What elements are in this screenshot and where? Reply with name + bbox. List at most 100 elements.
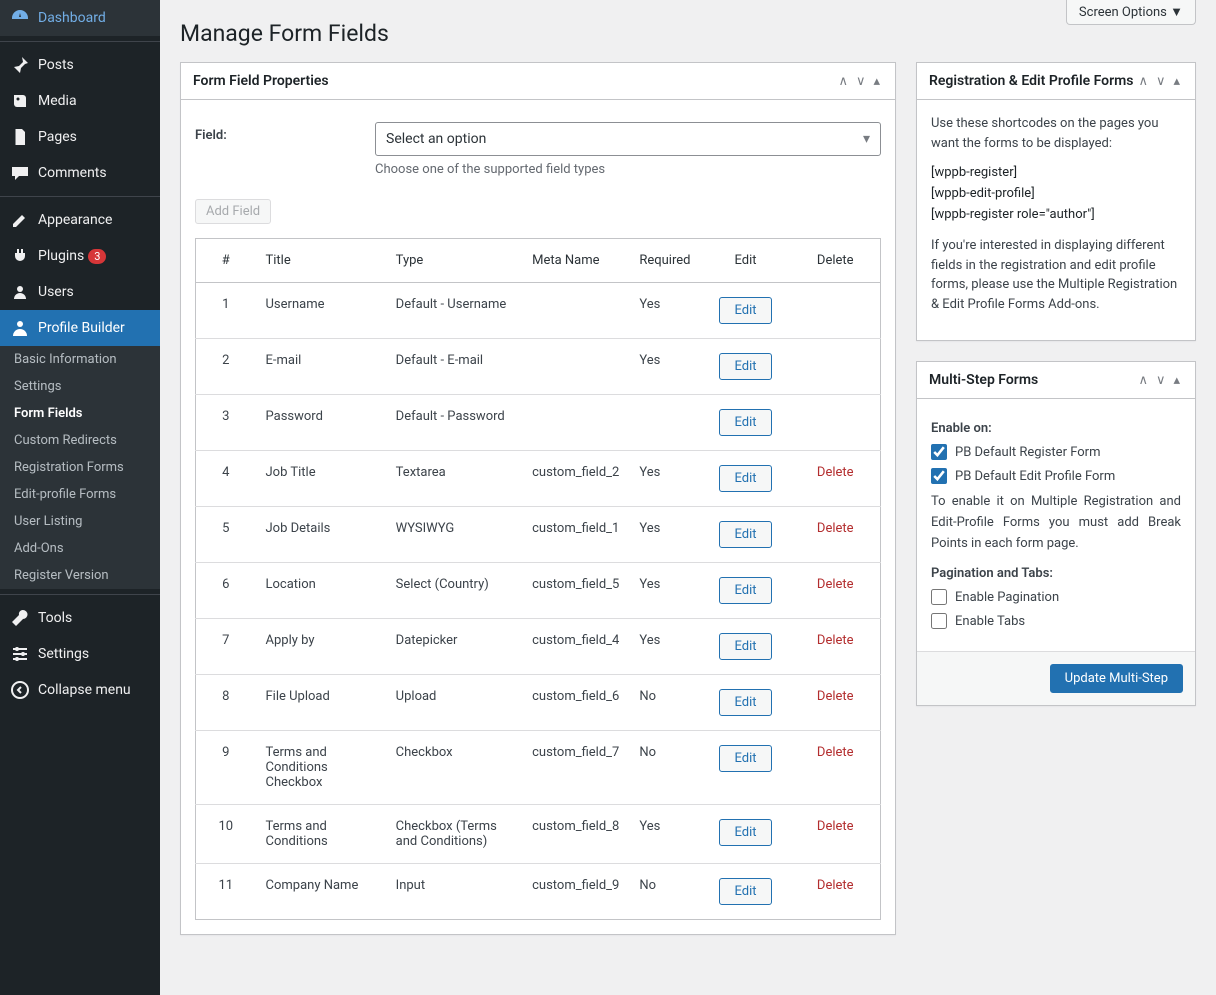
- delete-link[interactable]: Delete: [817, 521, 854, 536]
- row-required: Yes: [629, 451, 700, 507]
- cb-default-register[interactable]: [931, 444, 947, 460]
- delete-link[interactable]: Delete: [817, 465, 854, 480]
- sidebar-item-profile-builder[interactable]: Profile Builder: [0, 310, 160, 346]
- submenu-item-custom-redirects[interactable]: Custom Redirects: [0, 427, 160, 454]
- submenu-item-basic-information[interactable]: Basic Information: [0, 346, 160, 373]
- add-field-button[interactable]: Add Field: [195, 199, 271, 224]
- row-title: Username: [256, 283, 386, 339]
- row-required: [629, 395, 700, 451]
- table-row: 3PasswordDefault - PasswordEdit: [196, 395, 881, 451]
- toggle-panel-icon[interactable]: ▴: [1170, 373, 1183, 388]
- delete-link[interactable]: Delete: [817, 745, 854, 760]
- sidebar-item-pages[interactable]: Pages: [0, 119, 160, 155]
- sidebar-item-settings[interactable]: Settings: [0, 636, 160, 672]
- media-icon: [10, 91, 30, 111]
- row-number: 4: [196, 451, 256, 507]
- move-down-icon[interactable]: ∨: [1153, 373, 1169, 388]
- sidebar-item-posts[interactable]: Posts: [0, 47, 160, 83]
- toggle-panel-icon[interactable]: ▴: [1170, 74, 1183, 89]
- submenu-item-form-fields[interactable]: Form Fields: [0, 400, 160, 427]
- submenu-item-add-ons[interactable]: Add-Ons: [0, 535, 160, 562]
- delete-link[interactable]: Delete: [817, 689, 854, 704]
- row-type: Select (Country): [386, 563, 522, 619]
- row-meta: [522, 339, 629, 395]
- sidebar-item-label: Profile Builder: [38, 320, 125, 336]
- sidebar-item-collapse-menu[interactable]: Collapse menu: [0, 672, 160, 708]
- table-row: 1UsernameDefault - UsernameYesEdit: [196, 283, 881, 339]
- shortcode-text: [wppb-register role="author"]: [931, 207, 1181, 222]
- row-meta: custom_field_4: [522, 619, 629, 675]
- edit-button[interactable]: Edit: [719, 819, 771, 846]
- row-title: Terms and Conditions: [256, 805, 386, 864]
- row-number: 9: [196, 731, 256, 805]
- row-type: Datepicker: [386, 619, 522, 675]
- row-type: Default - E-mail: [386, 339, 522, 395]
- collapse-icon: [10, 680, 30, 700]
- edit-button[interactable]: Edit: [719, 465, 771, 492]
- row-number: 11: [196, 864, 256, 920]
- row-meta: [522, 283, 629, 339]
- edit-button[interactable]: Edit: [719, 689, 771, 716]
- row-type: Checkbox (Terms and Conditions): [386, 805, 522, 864]
- shortcodes-panel: Registration & Edit Profile Forms ∧ ∨ ▴ …: [916, 62, 1196, 341]
- sidebar-item-label: Plugins: [38, 248, 84, 264]
- sidebar-item-label: Appearance: [38, 212, 112, 228]
- edit-button[interactable]: Edit: [719, 878, 771, 905]
- sidebar-item-comments[interactable]: Comments: [0, 155, 160, 191]
- form-fields-table: # Title Type Meta Name Required Edit Del…: [195, 238, 881, 920]
- sidebar-item-plugins[interactable]: Plugins3: [0, 238, 160, 274]
- submenu-item-user-listing[interactable]: User Listing: [0, 508, 160, 535]
- edit-button[interactable]: Edit: [719, 353, 771, 380]
- row-meta: custom_field_6: [522, 675, 629, 731]
- delete-link[interactable]: Delete: [817, 577, 854, 592]
- move-up-icon[interactable]: ∧: [835, 74, 851, 89]
- row-title: File Upload: [256, 675, 386, 731]
- edit-button[interactable]: Edit: [719, 297, 771, 324]
- screen-options-toggle[interactable]: Screen Options ▼: [1066, 0, 1196, 25]
- sidebar-item-dashboard[interactable]: Dashboard: [0, 0, 160, 36]
- col-type: Type: [386, 239, 522, 283]
- cb-enable-pagination[interactable]: [931, 589, 947, 605]
- sidebar-item-users[interactable]: Users: [0, 274, 160, 310]
- cb-enable-tabs[interactable]: [931, 613, 947, 629]
- sidebar-item-tools[interactable]: Tools: [0, 600, 160, 636]
- row-meta: custom_field_5: [522, 563, 629, 619]
- delete-link[interactable]: Delete: [817, 819, 854, 834]
- shortcode-text: [wppb-register]: [931, 165, 1181, 180]
- submenu-item-registration-forms[interactable]: Registration Forms: [0, 454, 160, 481]
- move-down-icon[interactable]: ∨: [1153, 74, 1169, 89]
- multistep-note: To enable it on Multiple Registration an…: [931, 492, 1181, 554]
- move-up-icon[interactable]: ∧: [1135, 373, 1151, 388]
- table-row: 11Company NameInputcustom_field_9NoEditD…: [196, 864, 881, 920]
- row-required: Yes: [629, 339, 700, 395]
- col-num: #: [196, 239, 256, 283]
- sidebar-item-label: Settings: [38, 646, 89, 662]
- edit-button[interactable]: Edit: [719, 577, 771, 604]
- chevron-down-icon: ▼: [1170, 5, 1183, 20]
- enable-on-heading: Enable on:: [931, 421, 1181, 436]
- update-multistep-button[interactable]: Update Multi-Step: [1050, 664, 1183, 693]
- field-type-select[interactable]: Select an option ▾: [375, 122, 881, 156]
- toggle-panel-icon[interactable]: ▴: [870, 74, 883, 89]
- cb-default-edit-profile[interactable]: [931, 468, 947, 484]
- table-row: 6LocationSelect (Country)custom_field_5Y…: [196, 563, 881, 619]
- row-title: E-mail: [256, 339, 386, 395]
- submenu-item-edit-profile-forms[interactable]: Edit-profile Forms: [0, 481, 160, 508]
- edit-button[interactable]: Edit: [719, 633, 771, 660]
- edit-button[interactable]: Edit: [719, 521, 771, 548]
- sidebar-item-appearance[interactable]: Appearance: [0, 202, 160, 238]
- move-down-icon[interactable]: ∨: [853, 74, 869, 89]
- col-title: Title: [256, 239, 386, 283]
- edit-button[interactable]: Edit: [719, 409, 771, 436]
- delete-link[interactable]: Delete: [817, 878, 854, 893]
- submenu-item-settings[interactable]: Settings: [0, 373, 160, 400]
- row-title: Company Name: [256, 864, 386, 920]
- form-field-properties-panel: Form Field Properties ∧ ∨ ▴ Field:: [180, 62, 896, 935]
- edit-button[interactable]: Edit: [719, 745, 771, 772]
- submenu-item-register-version[interactable]: Register Version: [0, 562, 160, 589]
- admin-sidebar: Dashboard PostsMediaPagesComments Appearan…: [0, 0, 160, 995]
- move-up-icon[interactable]: ∧: [1135, 74, 1151, 89]
- sidebar-item-media[interactable]: Media: [0, 83, 160, 119]
- field-help-text: Choose one of the supported field types: [375, 162, 881, 177]
- delete-link[interactable]: Delete: [817, 633, 854, 648]
